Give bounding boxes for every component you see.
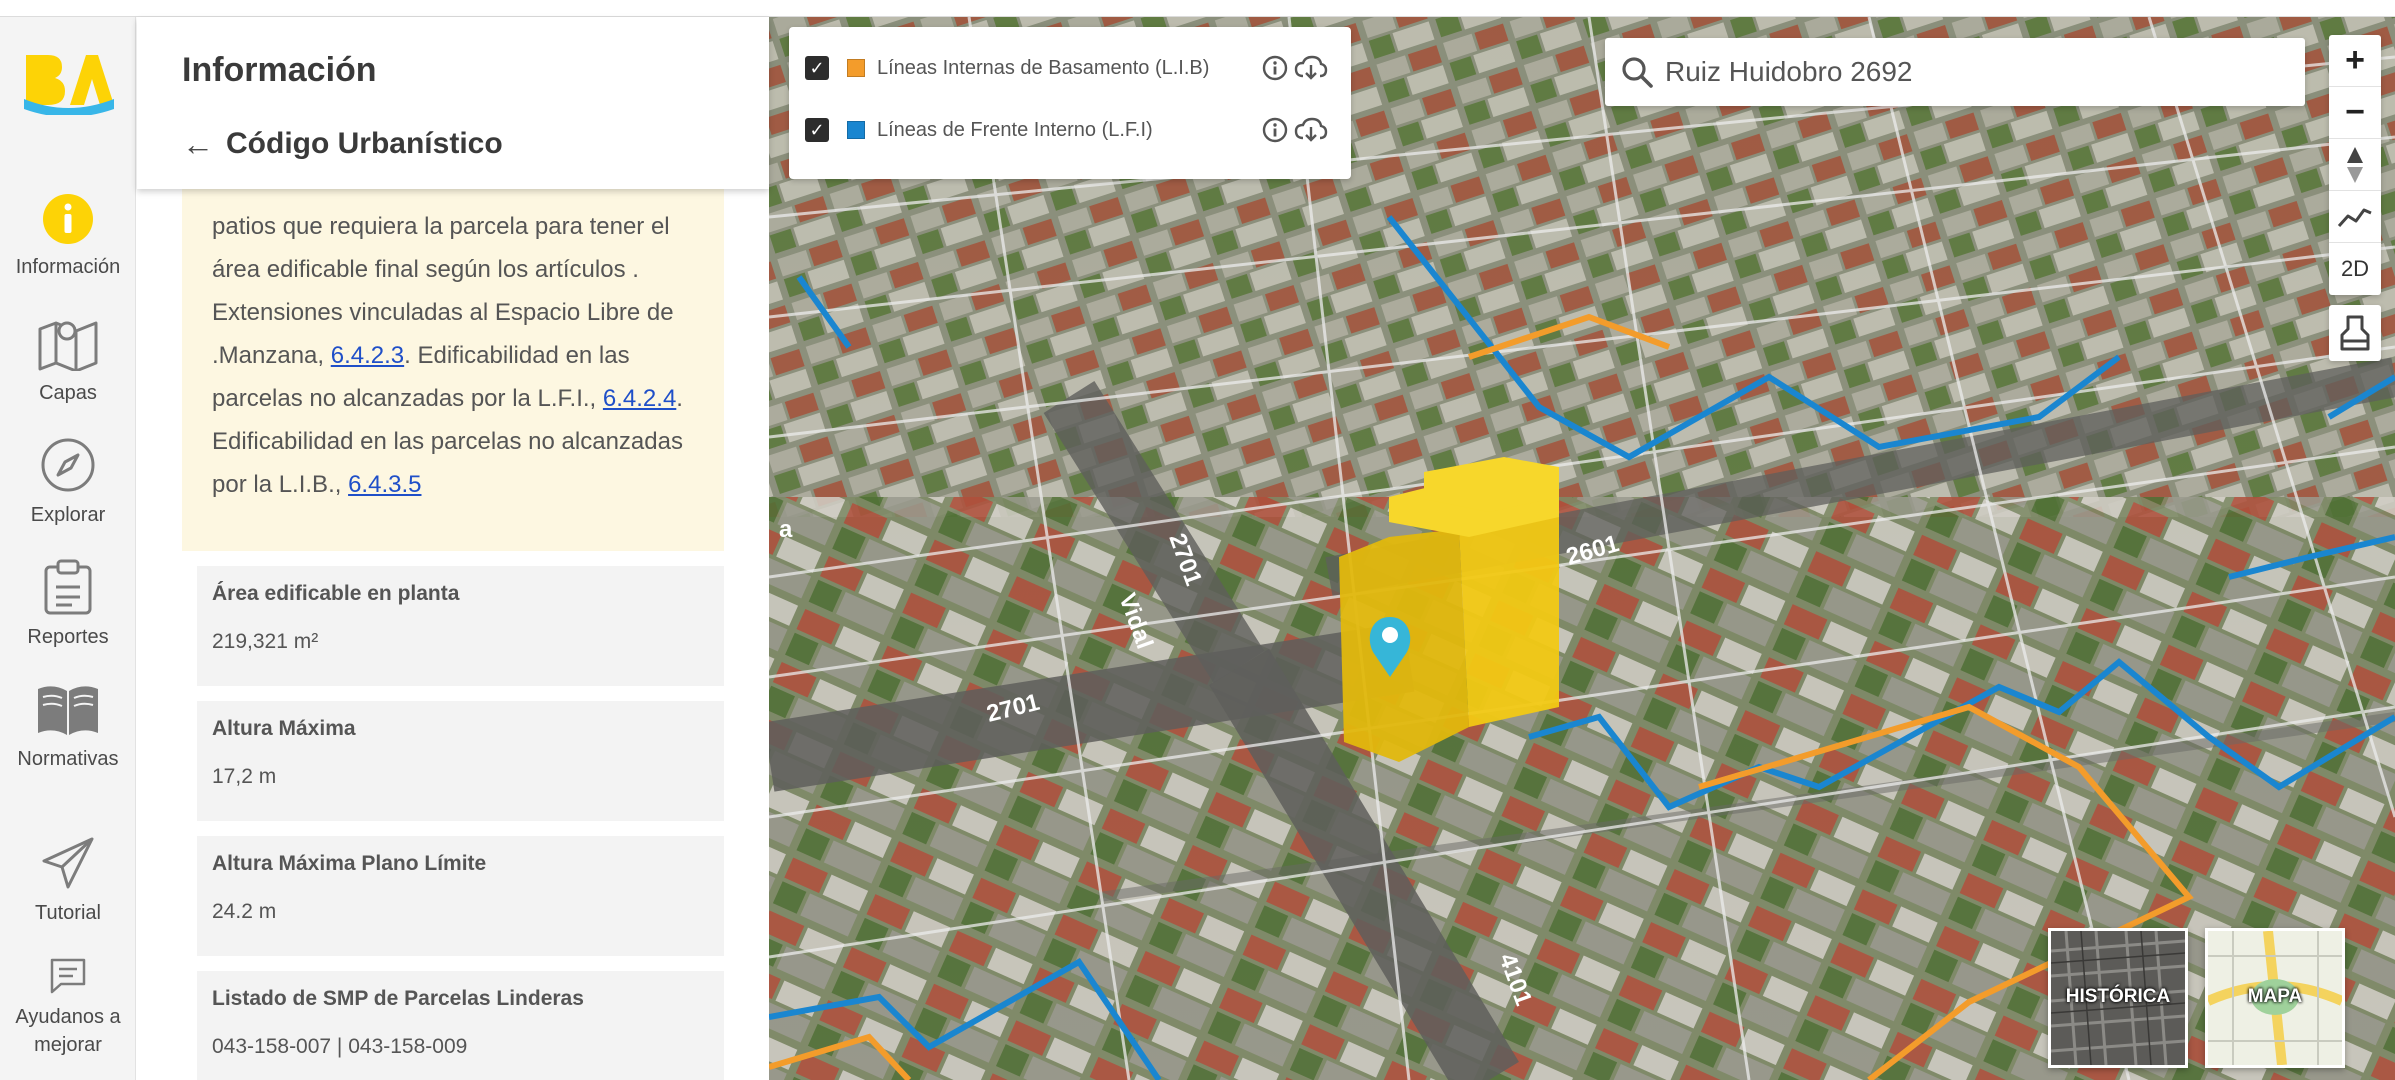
note-box: patios que requiera la parcela para tene… xyxy=(182,189,724,551)
rail-item-tutorial[interactable]: Tutorial xyxy=(0,835,136,927)
rail-item-label: Tutorial xyxy=(35,902,101,924)
clipboard-icon xyxy=(44,559,92,615)
map-controls: + − 2D xyxy=(2329,35,2381,295)
layer-checkbox[interactable]: ✓ xyxy=(805,56,829,80)
info-outline-icon xyxy=(1262,55,1288,81)
layer-color-swatch xyxy=(847,121,865,139)
card-value: 043-158-007 | 043-158-009 xyxy=(212,1035,468,1058)
basemap-map-button[interactable]: MAPA xyxy=(2205,928,2345,1068)
card-label: Listado de SMP de Parcelas Linderas xyxy=(212,987,584,1010)
layers-legend: ✓ Líneas Internas de Basamento (L.I.B) ✓… xyxy=(789,27,1351,179)
rail-item-label: Capas xyxy=(39,382,97,404)
layer-row-lfi: ✓ Líneas de Frente Interno (L.F.I) xyxy=(805,110,1345,150)
top-edge xyxy=(0,0,2395,17)
card-label: Altura Máxima xyxy=(212,717,356,740)
card-label: Área edificable en planta xyxy=(212,582,460,605)
card-value: 24.2 m xyxy=(212,900,277,923)
info-icon xyxy=(43,194,93,244)
elevation-profile-button[interactable] xyxy=(2329,191,2381,243)
download-button[interactable] xyxy=(1293,50,1329,86)
card-value: 17,2 m xyxy=(212,765,277,788)
info-card: Listado de SMP de Parcelas Linderas 043-… xyxy=(197,971,724,1080)
info-button[interactable] xyxy=(1257,112,1293,148)
compass-reset-button[interactable] xyxy=(2329,139,2381,191)
rail-item-label: Reportes xyxy=(27,626,109,648)
search-input[interactable] xyxy=(1665,48,2285,96)
zoom-in-button[interactable]: + xyxy=(2329,35,2381,87)
download-button[interactable] xyxy=(1293,112,1329,148)
section-title: Código Urbanístico xyxy=(226,127,503,160)
north-arrow-icon xyxy=(2347,146,2363,183)
rail-item-explorar[interactable]: Explorar xyxy=(0,437,136,529)
info-button[interactable] xyxy=(1257,50,1293,86)
rail-item-label: Normativas xyxy=(17,748,119,770)
info-outline-icon xyxy=(1262,117,1288,143)
basemap-historic-button[interactable]: HISTÓRICA xyxy=(2048,928,2188,1068)
article-link[interactable]: 6.4.2.4 xyxy=(603,385,676,412)
street-label-f: a xyxy=(779,516,793,543)
line-chart-icon xyxy=(2337,208,2372,227)
info-panel: Información ← Código Urbanístico patios … xyxy=(137,17,769,1080)
app-window: Información Capas Explorar Reportes Norm… xyxy=(0,0,2395,1080)
map-view[interactable]: 2701 2601 Vidal 2701 4101 a ✓ Líneas Int… xyxy=(769,17,2395,1080)
ba-logo[interactable] xyxy=(20,47,116,115)
compass-icon xyxy=(41,438,95,492)
book-icon xyxy=(38,686,98,735)
back-button[interactable]: ← Código Urbanístico xyxy=(182,127,503,161)
arrow-left-icon: ← xyxy=(182,126,214,162)
cloud-download-icon xyxy=(1294,117,1328,142)
rail-item-label: Explorar xyxy=(30,504,106,526)
info-card: Altura Máxima 17,2 m xyxy=(197,701,724,821)
article-link[interactable]: 6.4.2.3 xyxy=(331,342,404,369)
panel-header: Información ← Código Urbanístico xyxy=(137,17,769,189)
rail-item-normativas[interactable]: Normativas xyxy=(0,681,136,773)
measure-tool-button[interactable] xyxy=(2329,305,2381,361)
basemap-label: HISTÓRICA xyxy=(2065,986,2171,1007)
layer-row-lib: ✓ Líneas Internas de Basamento (L.I.B) xyxy=(805,48,1345,88)
panel-title: Información xyxy=(182,51,377,89)
rail-item-label: mejorar xyxy=(34,1034,102,1056)
toggle-2d-button[interactable]: 2D xyxy=(2329,243,2381,295)
layer-color-swatch xyxy=(847,59,865,77)
map-icon xyxy=(38,321,98,371)
rail-item-label: Ayudanos a xyxy=(15,1006,121,1028)
paper-plane-icon xyxy=(42,837,94,889)
search-icon[interactable] xyxy=(1619,54,1655,90)
basemap-label: MAPA xyxy=(2247,986,2303,1007)
rail-item-informacion[interactable]: Información xyxy=(0,193,136,281)
info-card: Altura Máxima Plano Límite 24.2 m xyxy=(197,836,724,956)
article-link[interactable]: 6.4.3.5 xyxy=(348,471,421,498)
panel-scroll-area[interactable]: patios que requiera la parcela para tene… xyxy=(137,189,769,1080)
rail-item-label: Información xyxy=(15,256,121,278)
layer-label: Líneas Internas de Basamento (L.I.B) xyxy=(877,56,1210,79)
layer-label: Líneas de Frente Interno (L.F.I) xyxy=(877,118,1153,141)
cloud-download-icon xyxy=(1294,55,1328,80)
ruler-tool-icon xyxy=(2340,315,2370,351)
card-value: 219,321 m² xyxy=(212,630,319,653)
chat-icon xyxy=(50,958,86,994)
rail-item-capas[interactable]: Capas xyxy=(0,315,136,407)
zoom-out-button[interactable]: − xyxy=(2329,87,2381,139)
search-box xyxy=(1605,38,2305,106)
card-label: Altura Máxima Plano Límite xyxy=(212,852,487,875)
rail-item-ayudanos[interactable]: Ayudanos a mejorar xyxy=(0,957,136,1059)
nav-rail: Información Capas Explorar Reportes Norm… xyxy=(0,17,136,1080)
rail-item-reportes[interactable]: Reportes xyxy=(0,559,136,651)
info-card: Área edificable en planta 219,321 m² xyxy=(197,566,724,686)
layer-checkbox[interactable]: ✓ xyxy=(805,118,829,142)
